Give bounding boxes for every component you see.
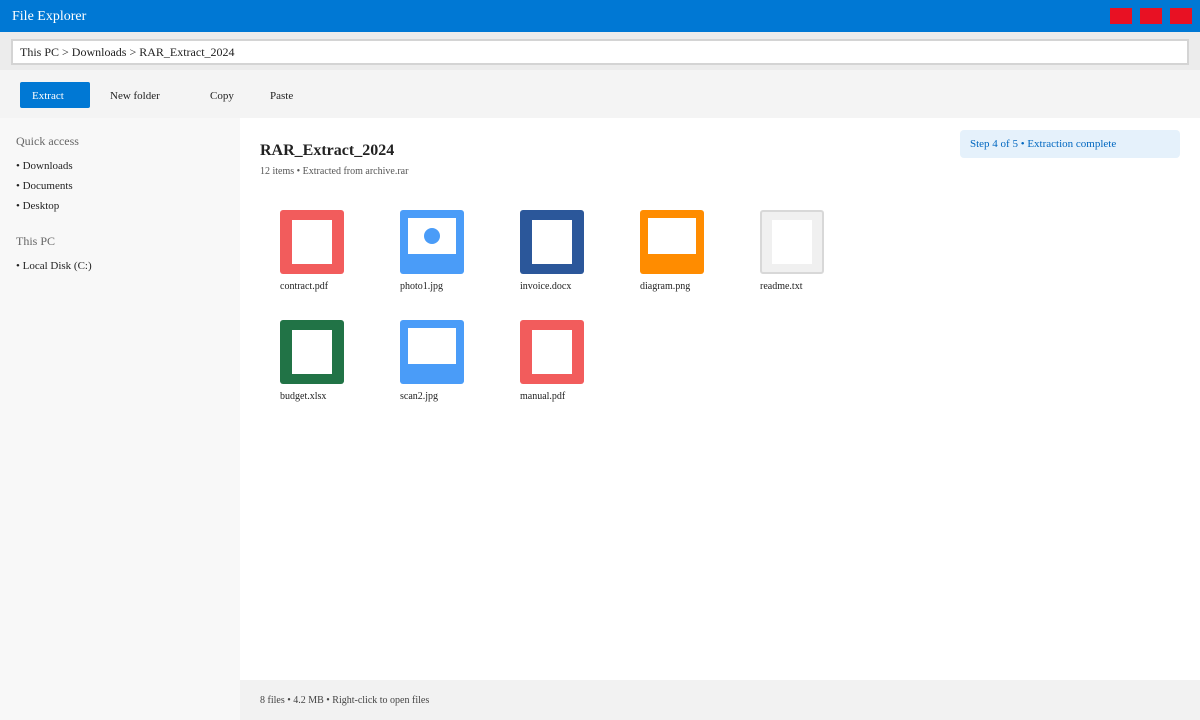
image-icon: [400, 320, 464, 384]
main-content: RAR_Extract_2024 12 items • Extracted fr…: [240, 118, 1200, 680]
status-bar: 8 files • 4.2 MB • Right-click to open f…: [240, 680, 1200, 720]
file-name: budget.xlsx: [280, 391, 327, 402]
sidebar-item-local-disk[interactable]: • Local Disk (C:): [16, 260, 92, 272]
pdf-icon: [280, 210, 344, 274]
file-item-invoice[interactable]: invoice.docx: [520, 210, 620, 300]
quick-access-heading: Quick access: [16, 134, 79, 148]
sidebar-item-downloads[interactable]: • Downloads: [16, 160, 73, 172]
title-bar: File Explorer: [0, 0, 1200, 32]
file-name: diagram.png: [640, 281, 691, 292]
paste-button[interactable]: Paste: [270, 82, 293, 108]
file-name: manual.pdf: [520, 391, 566, 402]
file-name: scan2.jpg: [400, 391, 439, 402]
file-name: readme.txt: [760, 281, 803, 292]
step-banner: Step 4 of 5 • Extraction complete: [960, 130, 1180, 158]
file-item-scan2[interactable]: scan2.jpg: [400, 320, 500, 410]
close-button[interactable]: [1170, 8, 1192, 24]
copy-button[interactable]: Copy: [210, 82, 234, 108]
file-item-manual[interactable]: manual.pdf: [520, 320, 620, 410]
file-item-diagram[interactable]: diagram.png: [640, 210, 740, 300]
image-icon: [400, 210, 464, 274]
extract-button[interactable]: Extract: [20, 82, 90, 108]
sidebar: Quick access • Downloads • Documents • D…: [0, 118, 240, 720]
file-name: invoice.docx: [520, 281, 572, 292]
file-item-readme[interactable]: readme.txt: [760, 210, 860, 300]
address-bar: This PC > Downloads > RAR_Extract_2024: [0, 32, 1200, 70]
file-item-contract[interactable]: contract.pdf: [280, 210, 380, 300]
file-item-budget[interactable]: budget.xlsx: [280, 320, 380, 410]
file-name: photo1.jpg: [400, 281, 444, 292]
status-text: 8 files • 4.2 MB • Right-click to open f…: [260, 695, 430, 706]
window-title: File Explorer: [12, 9, 87, 24]
this-pc-heading: This PC: [16, 234, 56, 248]
minimize-button[interactable]: [1110, 8, 1132, 24]
sidebar-item-documents[interactable]: • Documents: [16, 180, 73, 192]
sidebar-item-desktop[interactable]: • Desktop: [16, 200, 59, 212]
excel-icon: [280, 320, 344, 384]
toolbar: Extract New folder Copy Paste: [0, 70, 1200, 118]
png-icon: [640, 210, 704, 274]
folder-subtitle: 12 items • Extracted from archive.rar: [260, 166, 409, 177]
maximize-button[interactable]: [1140, 8, 1162, 24]
file-name: contract.pdf: [280, 281, 329, 292]
new-folder-button[interactable]: New folder: [110, 82, 160, 108]
pdf-icon: [520, 320, 584, 384]
text-icon: [760, 210, 824, 274]
file-item-photo1[interactable]: photo1.jpg: [400, 210, 500, 300]
word-icon: [520, 210, 584, 274]
folder-title: RAR_Extract_2024: [260, 142, 395, 159]
address-input[interactable]: This PC > Downloads > RAR_Extract_2024: [11, 39, 1189, 65]
